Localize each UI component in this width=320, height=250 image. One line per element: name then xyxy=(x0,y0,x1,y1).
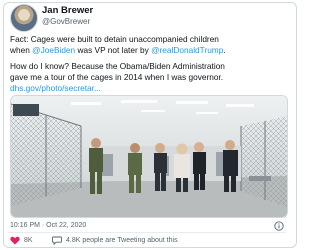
tweeting-about-this-link[interactable]: 4.8K people are Tweeting about this xyxy=(52,236,178,245)
like-button[interactable]: 8K xyxy=(10,236,33,245)
tweet-actions: 8K 4.8K people are Tweeting about this xyxy=(10,236,288,246)
mention-joebiden[interactable]: @JoeBiden xyxy=(32,45,75,55)
divider xyxy=(8,232,286,233)
text-segment: . xyxy=(223,45,226,55)
reply-icon xyxy=(52,236,62,245)
tweet-text-line-4: gave me a tour of the cages in 2014 when… xyxy=(10,72,224,82)
tweet-text-line-3: How do I know? Because the Obama/Biden A… xyxy=(10,61,225,71)
text-segment: when xyxy=(10,45,33,55)
tweet-text-line-2: when @JoeBiden was VP not later by @real… xyxy=(10,45,226,56)
like-count: 8K xyxy=(24,237,33,244)
tweet-timestamp[interactable]: 10:16 PM · Oct 22, 2020 xyxy=(10,222,86,229)
text-segment: was VP not later by xyxy=(75,45,152,55)
info-icon[interactable] xyxy=(274,221,284,231)
tweet-photo-image xyxy=(11,96,287,217)
tweet-text-line-1: Fact: Cages were built to detain unaccom… xyxy=(10,34,219,44)
mention-realdonaldtrump[interactable]: @realDonaldTrump xyxy=(151,45,223,55)
author-name[interactable]: Jan Brewer xyxy=(42,5,93,16)
avatar[interactable] xyxy=(10,4,38,32)
tweet-photo[interactable] xyxy=(10,95,288,218)
tweet-link[interactable]: dhs.gov/photo/secretar... xyxy=(10,83,101,94)
tweeting-about-this-label: 4.8K people are Tweeting about this xyxy=(66,237,178,244)
author-handle[interactable]: @GovBrewer xyxy=(42,17,90,26)
heart-icon xyxy=(10,236,20,245)
